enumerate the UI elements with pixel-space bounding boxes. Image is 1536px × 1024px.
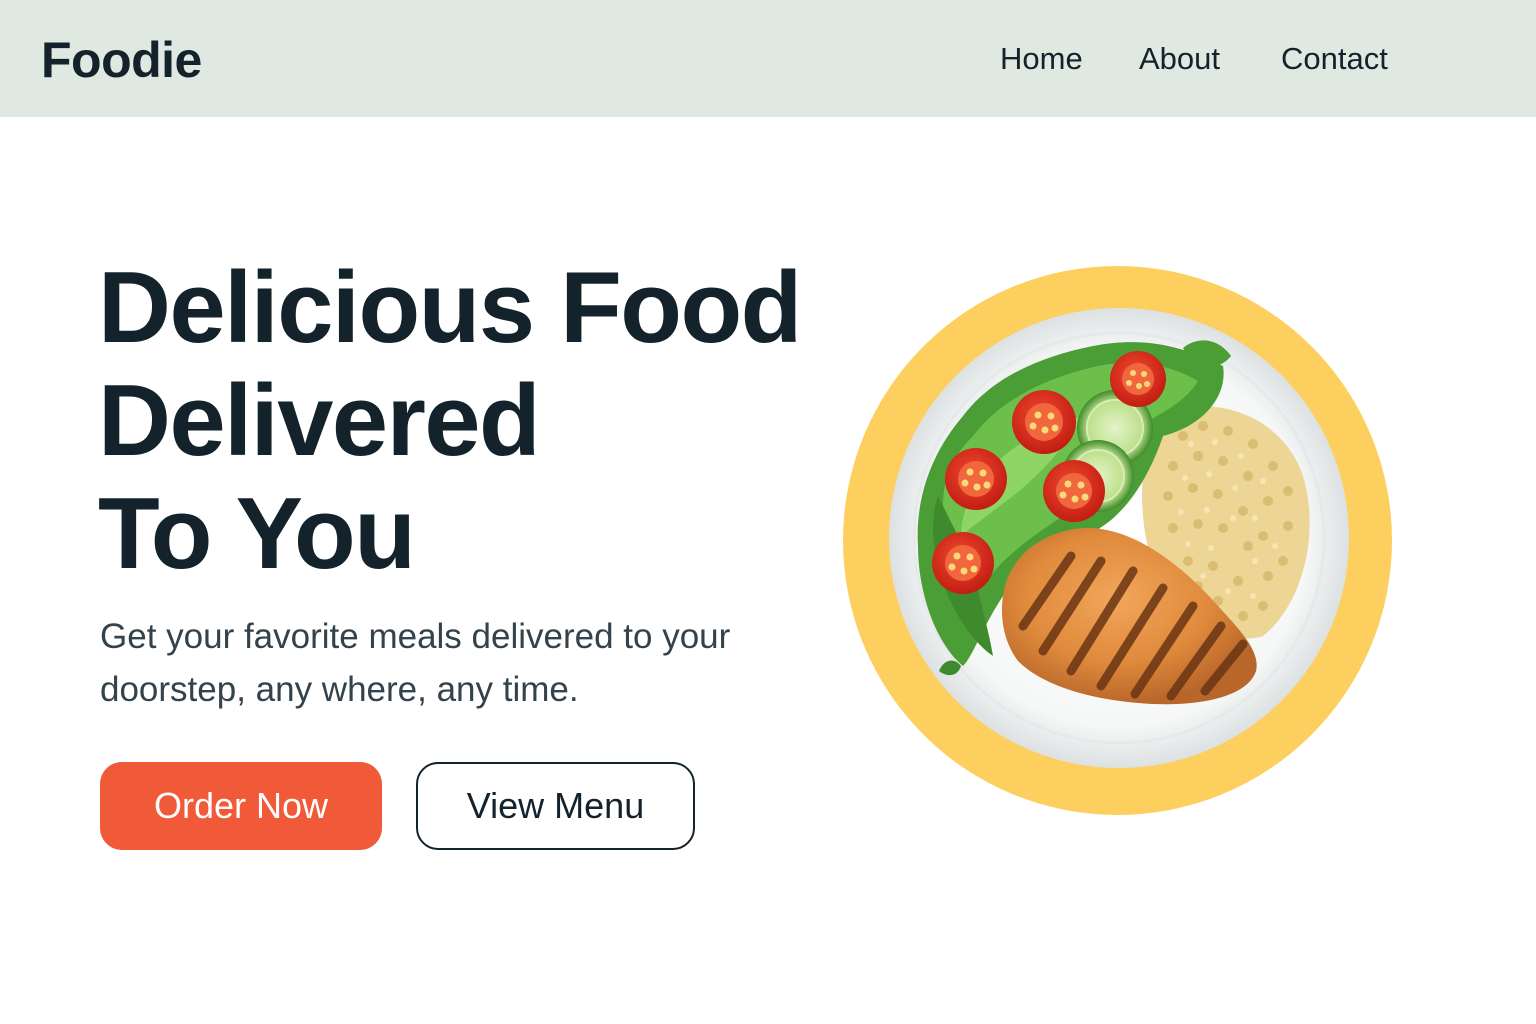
nav-link-contact[interactable]: Contact	[1281, 38, 1388, 80]
order-now-button[interactable]: Order Now	[100, 762, 382, 850]
plate-with-grilled-chicken-salad-and-couscous-icon	[843, 266, 1392, 815]
hero-title-line-3: To You	[98, 478, 416, 590]
site-header: Foodie Home About Contact	[0, 0, 1536, 117]
hero-title: Delicious Food Delivered To You	[98, 252, 838, 591]
view-menu-button[interactable]: View Menu	[416, 762, 695, 850]
nav-link-about[interactable]: About	[1139, 38, 1220, 80]
hero-food-image	[843, 266, 1392, 815]
landing-page: Foodie Home About Contact Delicious Food…	[0, 0, 1536, 1024]
hero-title-line-2: Delivered	[98, 365, 541, 477]
nav-link-home[interactable]: Home	[1000, 38, 1083, 80]
hero-title-line-1: Delicious Food	[98, 252, 802, 364]
main-nav: Home About Contact	[0, 38, 1536, 80]
hero-subtitle: Get your favorite meals delivered to you…	[100, 617, 731, 709]
